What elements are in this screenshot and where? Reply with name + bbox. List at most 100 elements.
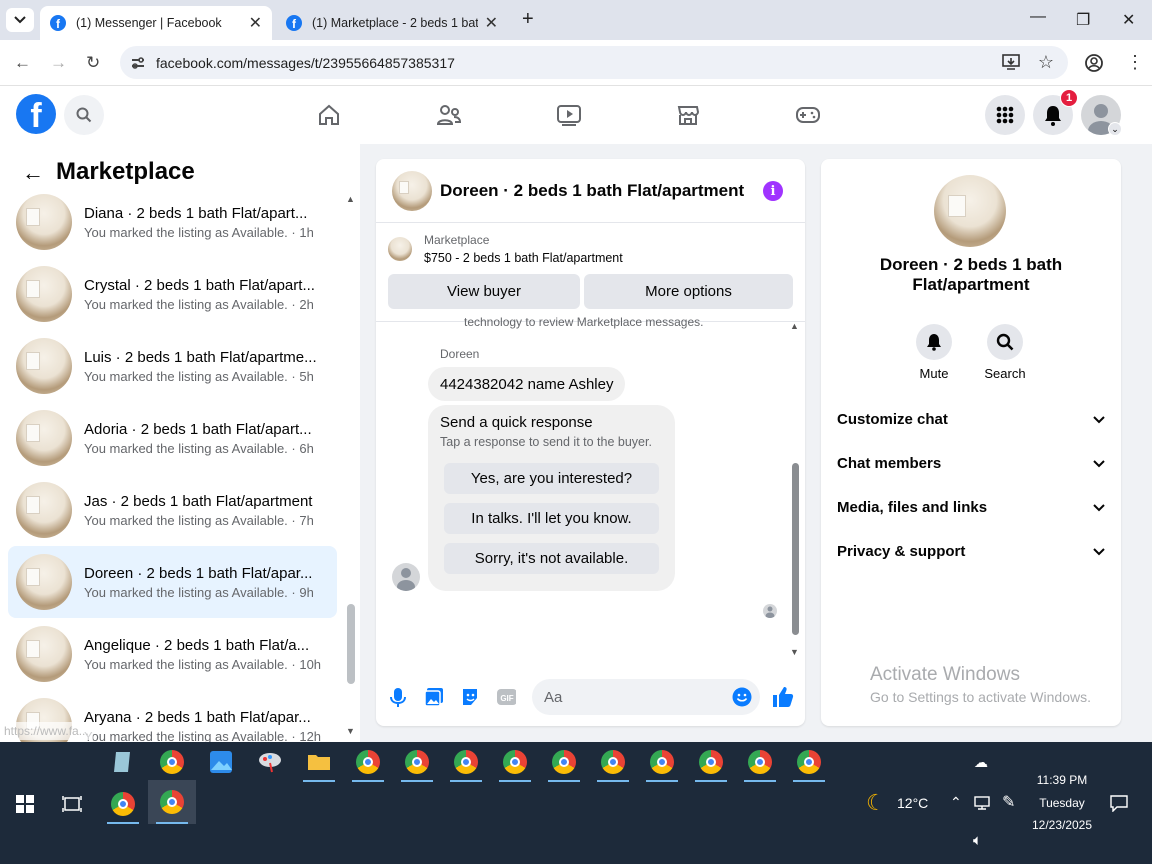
microphone-icon[interactable] — [388, 687, 408, 707]
close-tab-icon[interactable]: ✕ — [485, 13, 498, 33]
bookmark-star-icon[interactable]: ☆ — [1038, 52, 1054, 73]
tab-messenger[interactable]: f (1) Messenger | Facebook ✕ — [40, 6, 272, 40]
mute-action[interactable]: Mute — [899, 324, 969, 381]
emoji-icon[interactable] — [732, 687, 752, 707]
message-bubble[interactable]: 4424382042 name Ashley — [428, 367, 626, 401]
facebook-logo-icon[interactable]: f — [16, 94, 56, 134]
windows-start-icon[interactable] — [16, 795, 34, 813]
pinned-app-notepad[interactable] — [102, 742, 142, 782]
marketplace-nav-icon[interactable] — [674, 103, 702, 127]
scroll-down-arrow-icon[interactable]: ▼ — [790, 647, 799, 657]
conversation-item[interactable]: Crystal · 2 beds 1 bath Flat/apart... You… — [8, 258, 337, 330]
clock-date[interactable]: 12/23/2025 — [1028, 818, 1096, 832]
tab-list-dropdown[interactable] — [6, 8, 34, 32]
quick-reply-button[interactable]: Sorry, it's not available. — [444, 543, 659, 574]
site-info-icon[interactable] — [130, 55, 146, 71]
listing-thumbnail — [16, 194, 72, 250]
more-options-button[interactable]: More options — [584, 274, 793, 309]
clock-time[interactable]: 11:39 PM — [1032, 773, 1092, 787]
friends-nav-icon[interactable] — [435, 103, 463, 127]
weather-temperature[interactable]: 12°C — [897, 795, 928, 811]
network-icon[interactable] — [973, 795, 991, 811]
chrome-profile-window[interactable] — [397, 742, 437, 782]
scroll-up-arrow-icon[interactable]: ▲ — [790, 321, 799, 331]
chrome-profile-window[interactable] — [495, 742, 535, 782]
weather-moon-icon[interactable]: ☾ — [866, 790, 886, 816]
conversation-item[interactable]: Jas · 2 beds 1 bath Flat/apartment You ma… — [8, 474, 337, 546]
chrome-profile-window[interactable] — [593, 742, 633, 782]
pinned-app-file-explorer[interactable] — [299, 742, 339, 782]
gif-icon[interactable]: GIF — [496, 687, 516, 707]
scroll-down-arrow-icon[interactable]: ▼ — [346, 726, 355, 736]
sidebar-scrollbar[interactable] — [347, 604, 355, 684]
clock-day[interactable]: Tuesday — [1032, 796, 1092, 810]
menu-grid-button[interactable] — [985, 95, 1025, 135]
address-bar[interactable]: facebook.com/messages/t/2395566485738531… — [120, 46, 1068, 79]
marketplace-label: Marketplace — [424, 233, 490, 247]
conversation-item[interactable]: Luis · 2 beds 1 bath Flat/apartme... You … — [8, 330, 337, 402]
reload-icon[interactable]: ↻ — [86, 53, 100, 73]
home-nav-icon[interactable] — [315, 103, 343, 127]
message-input[interactable]: Aa — [532, 679, 760, 715]
conversation-item[interactable]: Adoria · 2 beds 1 bath Flat/apart... You … — [8, 402, 337, 474]
conversation-item-selected[interactable]: Doreen · 2 beds 1 bath Flat/apar... You m… — [8, 546, 337, 618]
tab-marketplace[interactable]: f (1) Marketplace - 2 beds 1 bath ✕ — [276, 6, 508, 40]
facebook-top-bar: f ⌄ — [0, 86, 1152, 144]
quick-reply-button[interactable]: Yes, are you interested? — [444, 463, 659, 494]
minimize-button[interactable]: — — [1030, 8, 1046, 26]
show-hidden-icons-chevron[interactable]: ⌃ — [950, 794, 962, 811]
profile-icon[interactable] — [1085, 54, 1103, 72]
browser-menu-icon[interactable]: ⋮ — [1126, 52, 1144, 73]
new-tab-button[interactable]: + — [522, 8, 534, 31]
chat-members-row[interactable]: Chat members — [837, 455, 1105, 472]
scroll-up-arrow-icon[interactable]: ▲ — [346, 194, 355, 204]
info-icon[interactable]: i — [763, 181, 783, 201]
row-label: Media, files and links — [837, 499, 988, 516]
sticker-icon[interactable] — [460, 687, 480, 707]
install-app-icon[interactable] — [1002, 54, 1020, 71]
listing-thumbnail — [16, 482, 72, 538]
chrome-profile-window[interactable] — [642, 742, 682, 782]
search-button[interactable] — [64, 95, 104, 135]
task-view-icon[interactable] — [62, 795, 82, 813]
taskbar-chrome-window-active[interactable] — [148, 780, 196, 824]
running-indicator — [499, 780, 531, 782]
back-icon[interactable]: ← — [14, 53, 31, 73]
search-action[interactable]: Search — [970, 324, 1040, 381]
media-files-links-row[interactable]: Media, files and links — [837, 499, 1105, 516]
view-buyer-button[interactable]: View buyer — [388, 274, 580, 309]
pinned-app-chrome[interactable] — [152, 742, 192, 782]
conversation-item[interactable]: Angelique · 2 beds 1 bath Flat/a... You m… — [8, 618, 337, 690]
account-chevron-icon[interactable]: ⌄ — [1108, 122, 1122, 136]
chrome-profile-window[interactable] — [691, 742, 731, 782]
video-nav-icon[interactable] — [555, 103, 583, 127]
taskbar-chrome-window[interactable] — [103, 784, 143, 824]
customize-chat-row[interactable]: Customize chat — [837, 411, 1105, 428]
quick-reply-button[interactable]: In talks. I'll let you know. — [444, 503, 659, 534]
forward-icon[interactable]: → — [50, 53, 67, 73]
chat-details-panel: Doreen · 2 beds 1 bath Flat/apartment Mu… — [821, 159, 1121, 726]
chrome-profile-window[interactable] — [348, 742, 388, 782]
maximize-button[interactable]: ❐ — [1076, 10, 1090, 30]
onedrive-icon[interactable]: ☁ — [974, 754, 988, 771]
pen-icon[interactable]: ✎ — [1002, 792, 1015, 812]
chat-scrollbar[interactable] — [792, 463, 799, 635]
pinned-app-photos[interactable] — [201, 742, 241, 782]
conversation-item[interactable]: Diana · 2 beds 1 bath Flat/apart... You m… — [8, 186, 337, 258]
pinned-app-paint[interactable] — [250, 742, 290, 782]
notification-center-icon[interactable] — [1110, 795, 1128, 812]
chrome-profile-window[interactable] — [740, 742, 780, 782]
privacy-support-row[interactable]: Privacy & support — [837, 543, 1105, 560]
chrome-profile-window[interactable] — [446, 742, 486, 782]
gaming-nav-icon[interactable] — [794, 103, 822, 127]
chrome-profile-window[interactable] — [544, 742, 584, 782]
thumbs-up-icon[interactable] — [771, 685, 795, 709]
close-window-button[interactable]: ✕ — [1122, 10, 1135, 30]
chat-thumbnail[interactable] — [392, 170, 432, 211]
chat-title[interactable]: Doreen · 2 beds 1 bath Flat/apartment — [440, 181, 744, 201]
close-tab-icon[interactable]: ✕ — [249, 13, 262, 33]
chrome-profile-window[interactable] — [789, 742, 829, 782]
back-arrow-icon[interactable]: ← — [22, 160, 44, 186]
volume-icon[interactable]: 🔈︎ — [973, 832, 982, 849]
photo-icon[interactable] — [424, 687, 444, 707]
